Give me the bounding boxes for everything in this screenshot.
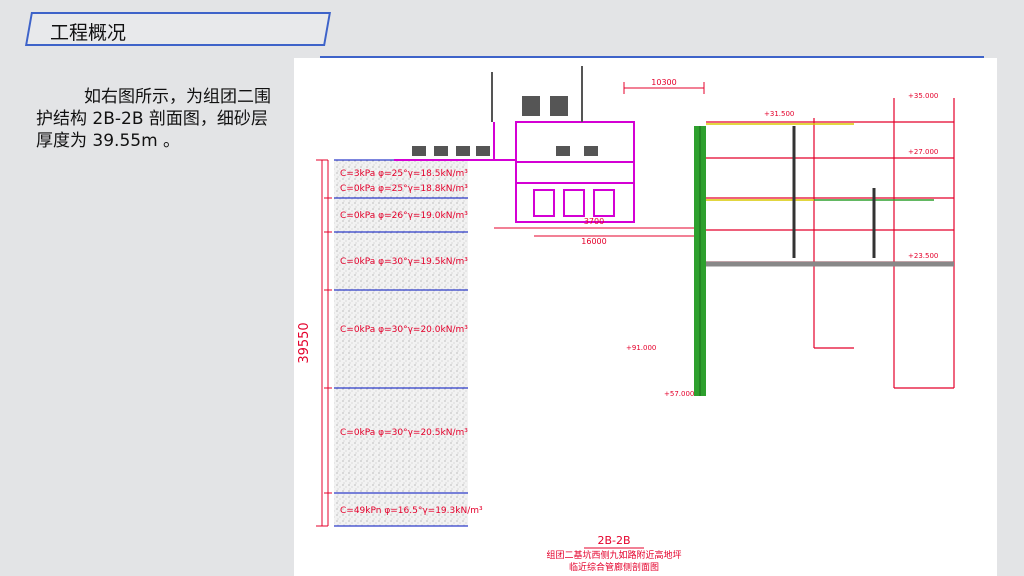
section-drawing-svg: 39550 C=3kPa φ=25°γ=18.5kN/m³ C=0kPa φ=2… [297, 66, 955, 573]
mid-dimension-label: 3700 [584, 217, 604, 226]
soil-layer-label: C=0kPa φ=26°γ=19.0kN/m³ [340, 211, 468, 221]
excavation-frame [706, 98, 955, 389]
retaining-wall [694, 126, 706, 396]
elevation-label: +91.000 [626, 344, 656, 352]
section-caption: 临近综合管廊侧剖面图 [569, 561, 659, 573]
section-caption: 组团二基坑西侧九如路附近高地坪 [546, 549, 681, 561]
mid-dimension-label: 16000 [581, 237, 606, 246]
slide-title: 工程概况 [50, 22, 127, 44]
viaduct-structure [493, 121, 635, 223]
soil-layer-label: C=0kPa φ=30°γ=20.0kN/m³ [340, 325, 468, 335]
section-title: 2B-2B [597, 534, 630, 547]
elevation-label: +57.000 [664, 390, 694, 398]
slide-body-text: 如右图所示，为组团二围护结构 2B-2B 剖面图，细砂层厚度为 39.55m 。 [36, 87, 271, 151]
soil-layer-label: C=0kPa φ=30°γ=20.5kN/m³ [340, 428, 468, 438]
elevation-label: +23.500 [908, 252, 938, 260]
elevation-label: +35.000 [908, 92, 938, 100]
soil-layer-label: C=0kPa φ=30°γ=19.5kN/m³ [340, 257, 468, 267]
elevation-labels: +31.500 +35.000 +27.000 +23.500 +57.000 … [626, 92, 938, 398]
soil-layer-label: C=3kPa φ=25°γ=18.5kN/m³ [340, 169, 468, 179]
depth-dimension [316, 159, 332, 527]
strut-lines [706, 123, 854, 201]
section-drawing: 39550 C=3kPa φ=25°γ=18.5kN/m³ C=0kPa φ=2… [294, 58, 997, 576]
top-dimension-label: 10300 [651, 78, 676, 87]
soil-layer-label: C=0kPa φ=25°γ=18.8kN/m³ [340, 184, 468, 194]
viaduct-vehicles [522, 96, 598, 156]
mid-dimension [494, 227, 694, 237]
total-depth-label: 39550 [297, 322, 312, 363]
elevation-label: +27.000 [908, 148, 938, 156]
left-road-surface [394, 146, 494, 161]
soil-layer-label: C=49kPn φ=16.5°γ=19.3kN/m³ [340, 506, 483, 516]
elevation-label: +31.500 [764, 110, 794, 118]
columns [792, 126, 876, 258]
